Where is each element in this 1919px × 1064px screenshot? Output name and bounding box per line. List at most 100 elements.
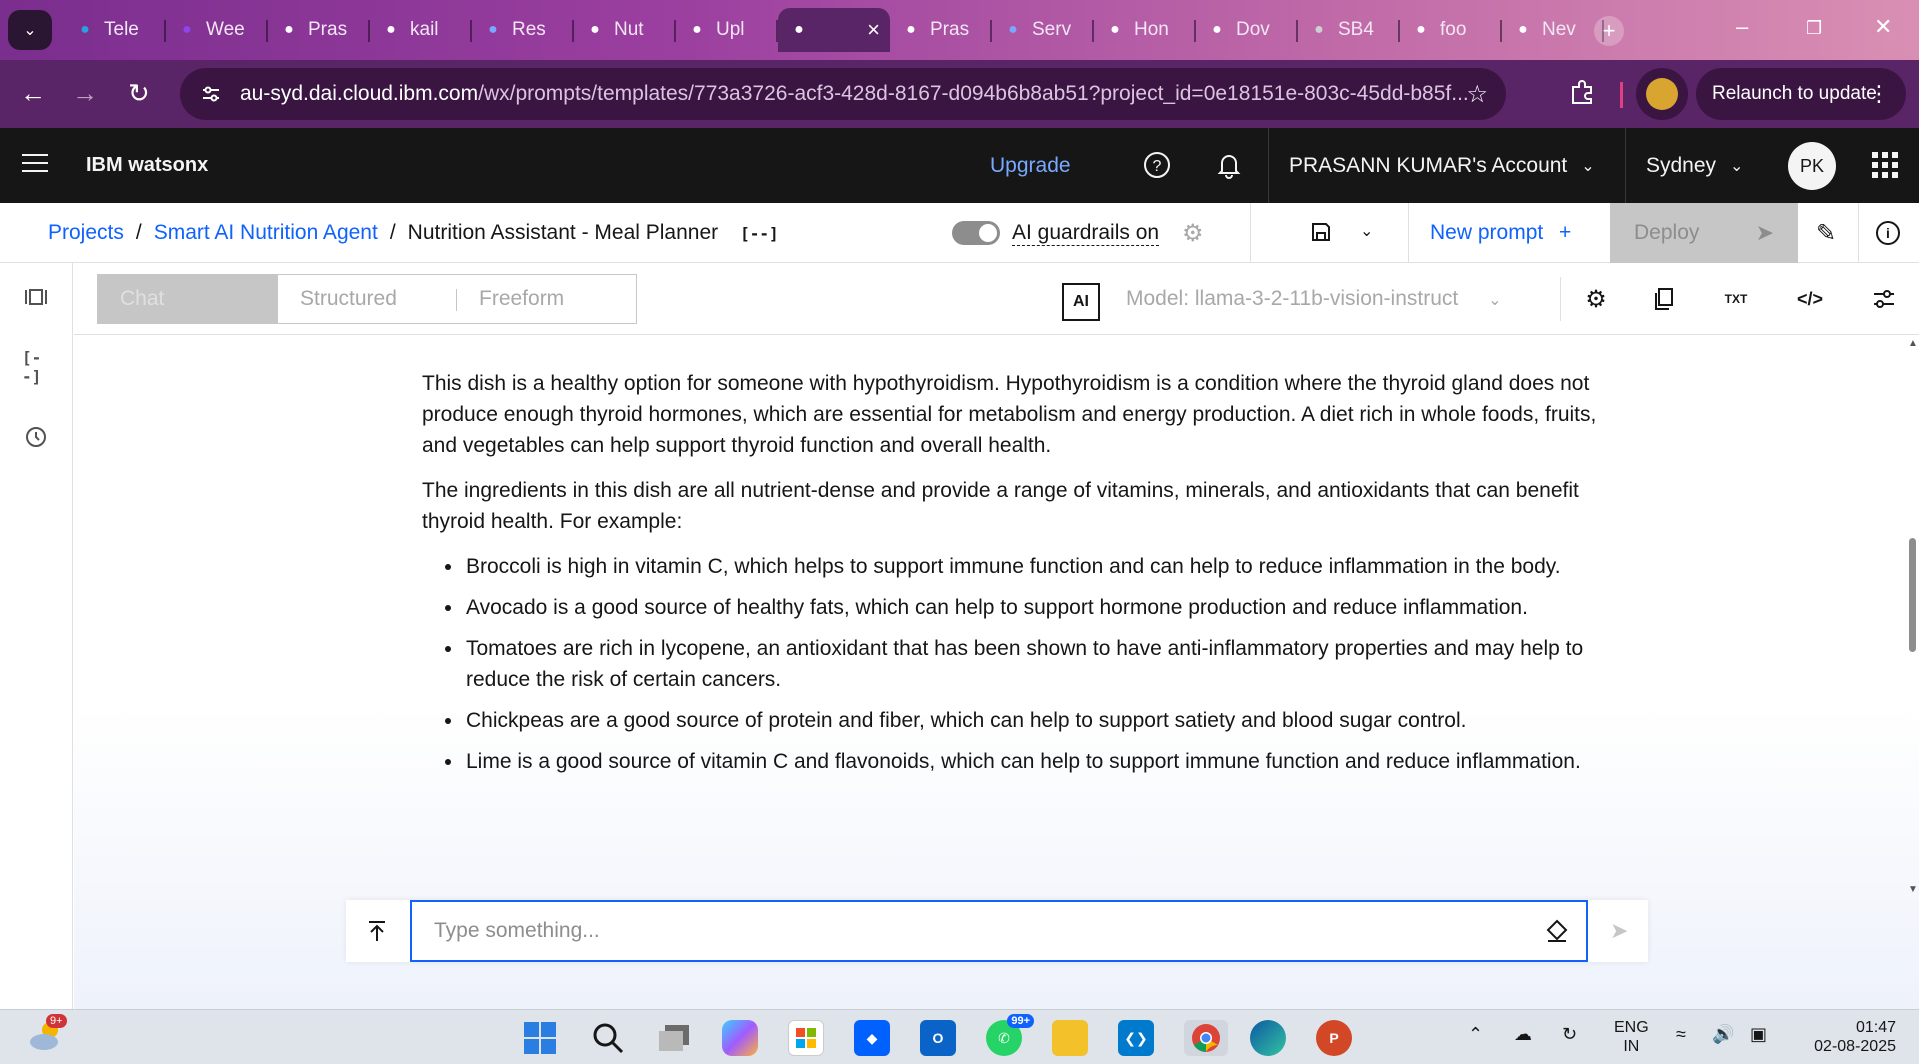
adjust-settings-icon[interactable]: [1870, 285, 1898, 313]
task-view-icon[interactable]: [656, 1020, 692, 1056]
browser-tab[interactable]: ● Pras: [890, 8, 992, 52]
onedrive-icon[interactable]: ☁: [1514, 1024, 1532, 1045]
reload-icon[interactable]: ↻: [128, 78, 150, 109]
browser-tab[interactable]: ● Upl: [676, 8, 778, 52]
relaunch-button[interactable]: Relaunch to update ⋮: [1696, 68, 1906, 120]
browser-tab[interactable]: ● Wee: [166, 8, 268, 52]
account-switcher[interactable]: PRASANN KUMAR's Account ⌄: [1268, 128, 1626, 203]
mode-chat[interactable]: Chat: [98, 275, 278, 323]
notification-bell-icon[interactable]: [1214, 150, 1244, 180]
product-name[interactable]: IBM watsonx: [86, 154, 208, 177]
browser-tab[interactable]: ● Tele: [64, 8, 166, 52]
browser-tab[interactable]: ● kail: [370, 8, 472, 52]
clear-eraser-icon[interactable]: [1544, 918, 1570, 944]
browser-tab[interactable]: ● SB4: [1298, 8, 1400, 52]
close-window-icon[interactable]: ✕: [1874, 14, 1892, 40]
save-icon[interactable]: [1310, 221, 1332, 248]
help-icon[interactable]: ?: [1142, 150, 1172, 180]
browser-tab[interactable]: ● Res: [472, 8, 574, 52]
restore-icon[interactable]: ❐: [1806, 18, 1822, 39]
edit-pencil-icon[interactable]: ✎: [1816, 219, 1836, 248]
extensions-icon[interactable]: [1568, 78, 1596, 111]
guardrails-label[interactable]: AI guardrails on: [1012, 221, 1160, 246]
chrome-icon[interactable]: [1184, 1020, 1228, 1056]
browser-tab[interactable]: ● ×: [778, 8, 890, 52]
back-icon[interactable]: ←: [20, 78, 46, 109]
input-language-indicator[interactable]: ENG IN: [1614, 1018, 1649, 1056]
address-bar[interactable]: au-syd.dai.cloud.ibm.com/wx/prompts/temp…: [180, 68, 1506, 120]
outlook-icon[interactable]: O: [920, 1020, 956, 1056]
toggle-panel-icon[interactable]: [22, 283, 50, 311]
prompt-text-input[interactable]: [410, 900, 1588, 962]
browser-tab[interactable]: ● Nev: [1502, 8, 1604, 52]
dropbox-icon[interactable]: ◆: [854, 1020, 890, 1056]
history-clock-icon[interactable]: [22, 423, 50, 451]
scrollbar-thumb[interactable]: [1909, 537, 1916, 652]
view-code-icon[interactable]: </>: [1796, 285, 1824, 313]
user-avatar[interactable]: PK: [1788, 142, 1836, 190]
mode-structured[interactable]: Structured: [278, 275, 457, 323]
start-windows-icon[interactable]: [522, 1020, 558, 1056]
more-vert-icon[interactable]: ⋮: [1868, 81, 1890, 107]
wifi-icon[interactable]: ≈: [1676, 1024, 1686, 1045]
scroll-up-icon[interactable]: ▲: [1908, 338, 1918, 349]
browser-tab[interactable]: ● foo: [1400, 8, 1502, 52]
upload-icon[interactable]: [362, 916, 392, 946]
region-switcher[interactable]: Sydney ⌄: [1628, 128, 1768, 203]
weather-widget[interactable]: 9+: [26, 1014, 70, 1058]
whatsapp-icon[interactable]: ✆ 99+: [986, 1014, 1034, 1056]
prompt-library-icon[interactable]: [1650, 285, 1678, 313]
breadcrumb-project[interactable]: Smart AI Nutrition Agent: [154, 221, 378, 245]
vscode-icon[interactable]: ❮❯: [1118, 1020, 1154, 1056]
view-text-icon[interactable]: TXT: [1722, 285, 1750, 313]
ingredient-benefits-list: Broccoli is high in vitamin C, which hel…: [464, 551, 1632, 777]
prompt-variables-icon[interactable]: [--]: [740, 224, 779, 243]
browser-tab[interactable]: ● Hon: [1094, 8, 1196, 52]
save-options-chevron-icon[interactable]: ⌄: [1360, 221, 1373, 241]
scroll-down-icon[interactable]: ▼: [1908, 884, 1918, 895]
chevron-down-icon: ⌄: [23, 22, 37, 39]
tab-search-button[interactable]: ⌄: [8, 10, 52, 50]
guardrails-toggle[interactable]: [952, 221, 1000, 245]
model-selector[interactable]: Model: llama-3-2-11b-vision-instruct ⌄: [1126, 287, 1501, 311]
guardrails-settings-icon[interactable]: ⚙: [1182, 219, 1204, 248]
show-hidden-icons-chevron-icon[interactable]: ⌃: [1468, 1024, 1483, 1045]
edge-icon[interactable]: [1250, 1020, 1286, 1056]
copilot-icon[interactable]: [722, 1020, 758, 1056]
deploy-button[interactable]: Deploy ➤: [1610, 203, 1798, 263]
response-paragraph: This dish is a healthy option for someon…: [422, 372, 1597, 457]
bookmark-star-icon[interactable]: ☆: [1466, 80, 1488, 109]
search-icon[interactable]: [590, 1020, 626, 1056]
browser-tab[interactable]: ● Dov: [1196, 8, 1298, 52]
close-tab-icon[interactable]: ×: [867, 17, 880, 43]
mode-freeform[interactable]: Freeform: [457, 275, 636, 323]
scrollbar[interactable]: ▲ ▼: [1906, 336, 1919, 896]
powerpoint-icon[interactable]: P: [1316, 1020, 1352, 1056]
new-tab-button[interactable]: +: [1594, 16, 1624, 46]
sync-icon[interactable]: ↻: [1562, 1024, 1577, 1045]
volume-icon[interactable]: 🔊: [1712, 1024, 1734, 1045]
breadcrumb-projects[interactable]: Projects: [48, 221, 124, 245]
relaunch-label: Relaunch to update: [1712, 83, 1877, 104]
browser-tab[interactable]: ● Serv: [992, 8, 1094, 52]
profile-avatar[interactable]: [1636, 68, 1688, 120]
browser-tab[interactable]: ● Pras: [268, 8, 370, 52]
url-text: au-syd.dai.cloud.ibm.com/wx/prompts/temp…: [240, 82, 1469, 105]
forward-icon[interactable]: →: [72, 78, 98, 109]
send-icon[interactable]: ➤: [1610, 918, 1628, 944]
new-prompt-button[interactable]: New prompt +: [1430, 221, 1571, 245]
variables-icon[interactable]: [--]: [22, 348, 50, 386]
battery-icon[interactable]: ▣: [1750, 1024, 1767, 1045]
minimize-icon[interactable]: –: [1736, 14, 1748, 40]
divider: [1408, 203, 1409, 263]
info-icon[interactable]: i: [1876, 221, 1900, 245]
menu-icon[interactable]: [22, 154, 48, 178]
microsoft-store-icon[interactable]: [788, 1020, 824, 1056]
system-clock[interactable]: 01:47 02-08-2025: [1796, 1018, 1896, 1056]
app-switcher-icon[interactable]: [1872, 152, 1898, 178]
model-parameters-gear-icon[interactable]: ⚙: [1582, 285, 1610, 313]
site-info-icon[interactable]: [194, 77, 228, 111]
browser-tab[interactable]: ● Nut: [574, 8, 676, 52]
upgrade-link[interactable]: Upgrade: [990, 154, 1071, 178]
file-explorer-icon[interactable]: [1052, 1020, 1088, 1056]
